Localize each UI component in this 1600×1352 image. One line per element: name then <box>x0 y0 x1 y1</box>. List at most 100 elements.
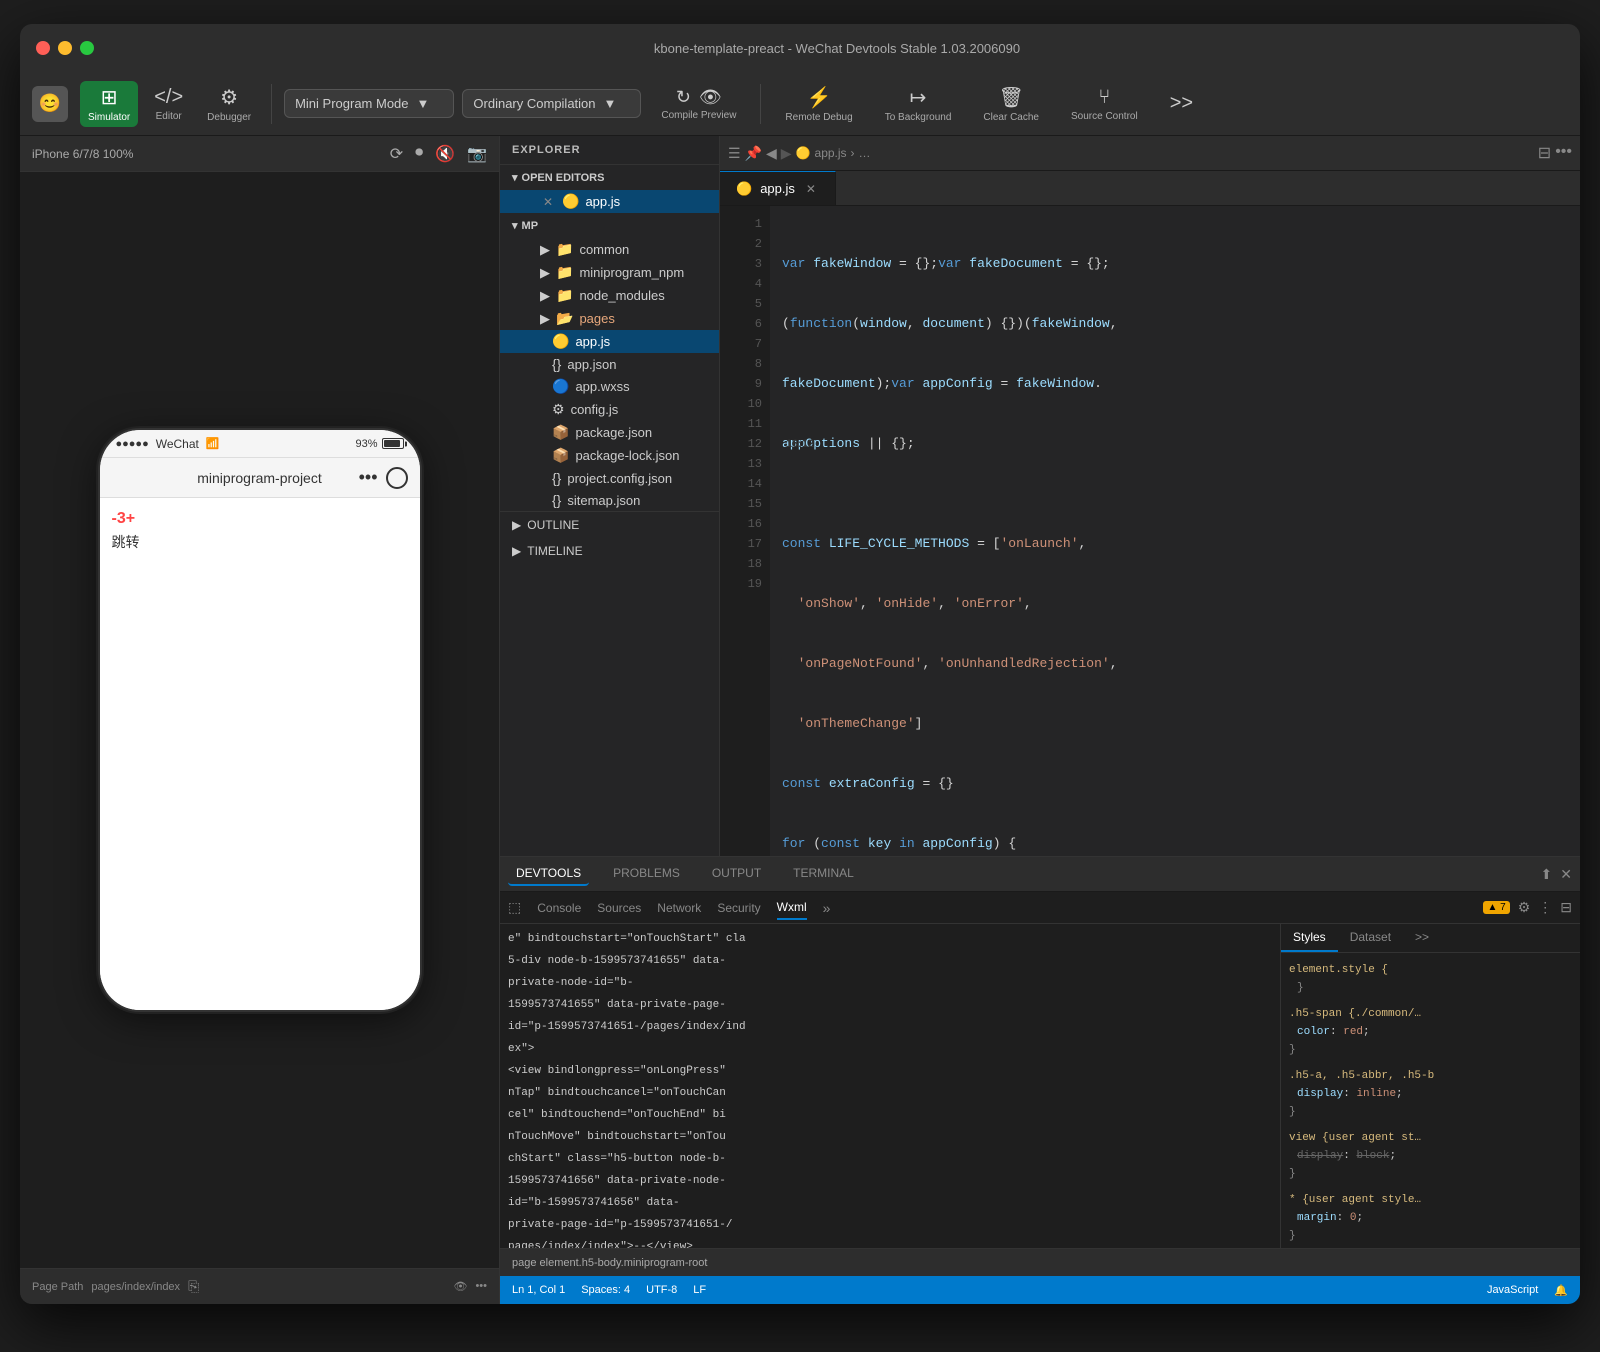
mp-section[interactable]: ▾ MP <box>500 213 719 238</box>
tab-output[interactable]: OUTPUT <box>704 862 769 886</box>
record-icon[interactable]: ⏺ <box>415 144 423 164</box>
tab-appjs-label: app.js <box>760 181 795 196</box>
phone-jump-text: 跳转 <box>112 532 408 552</box>
debugger-icon: ⚙ <box>220 85 238 110</box>
compilation-chevron-icon: ▼ <box>604 96 617 111</box>
devtools-panel: DEVTOOLS PROBLEMS OUTPUT TERMINAL ⬆ ✕ ⬚ … <box>500 856 1580 1276</box>
debugger-button[interactable]: ⚙ Debugger <box>199 81 259 127</box>
eye-bottom-icon[interactable]: 👁 <box>453 1280 467 1293</box>
more-button[interactable]: >> <box>1158 88 1205 119</box>
dataset-tab[interactable]: Dataset <box>1338 924 1403 952</box>
tree-appjs[interactable]: 🟡 app.js <box>500 330 719 353</box>
maximize-button[interactable] <box>80 41 94 55</box>
tree-packagejson[interactable]: 📦 package.json <box>500 421 719 444</box>
compilation-selector[interactable]: Ordinary Compilation ▼ <box>462 89 641 118</box>
packagejson-label: package.json <box>575 425 652 440</box>
clear-cache-button[interactable]: 🗑 Clear Cache <box>971 81 1051 127</box>
close-devtools-icon[interactable]: ✕ <box>1560 866 1572 883</box>
phone-red-text: -3+ <box>112 510 408 528</box>
open-file-appjs[interactable]: ✕ 🟡 app.js <box>500 190 719 213</box>
split-icon[interactable]: ⊟ <box>1538 143 1551 163</box>
tree-projectconfig[interactable]: {} project.config.json <box>500 467 719 489</box>
spaces: Spaces: 4 <box>581 1284 630 1296</box>
source-control-icon: ⑂ <box>1098 86 1110 109</box>
source-control-button[interactable]: ⑂ Source Control <box>1059 82 1150 126</box>
rotate-icon[interactable]: ⟳ <box>390 144 403 164</box>
expand-icon[interactable]: ⬆ <box>1541 866 1553 883</box>
mode-label: Mini Program Mode <box>295 96 408 111</box>
code-line-4: appOptions || {}; <box>782 434 1568 454</box>
console-settings-icon[interactable]: ⚙ <box>1518 899 1531 916</box>
tree-appjson[interactable]: {} app.json <box>500 353 719 375</box>
more-editor-icon[interactable]: ••• <box>1555 143 1572 163</box>
tab-appjs[interactable]: 🟡 app.js ✕ <box>720 171 836 206</box>
tab-sources[interactable]: Sources <box>597 897 641 919</box>
tree-miniprogram-npm[interactable]: ▶ 📁 miniprogram_npm <box>500 261 719 284</box>
timeline-header[interactable]: ▶ TIMELINE <box>500 538 719 564</box>
menu-icon[interactable]: ☰ <box>728 145 741 162</box>
tree-common[interactable]: ▶ 📁 common <box>500 238 719 261</box>
close-button[interactable] <box>36 41 50 55</box>
code-line-1: var fakeWindow = {};var fakeDocument = {… <box>782 254 1568 274</box>
remote-debug-button[interactable]: ⚡ Remote Debug <box>773 81 864 127</box>
console-line-14: private-page-id="p-1599573741651-/ <box>500 1214 1280 1236</box>
page-path-label[interactable]: Page Path <box>32 1281 83 1293</box>
styles-tab[interactable]: Styles <box>1281 924 1338 952</box>
tree-pages[interactable]: ▶ 📂 pages <box>500 307 719 330</box>
simulator-button[interactable]: ⊞ Simulator <box>80 81 138 127</box>
nav-forward-icon[interactable]: ▶ <box>781 145 792 162</box>
pin-icon[interactable]: 📌 <box>745 145 762 162</box>
code-line-8: 'onPageNotFound', 'onUnhandledRejection'… <box>782 654 1568 674</box>
compile-preview-button[interactable]: ↻ 👁 Compile Preview <box>649 83 748 125</box>
console-menu-icon[interactable]: ⋮ <box>1538 899 1552 916</box>
nav-back-icon[interactable]: ◀ <box>766 145 777 162</box>
simulator-icon: ⊞ <box>101 85 118 110</box>
code-editor[interactable]: 1 2 3 4 5 6 7 8 9 10 11 12 13 <box>720 206 1580 856</box>
tab-wxml[interactable]: Wxml <box>777 896 807 920</box>
more-tab[interactable]: >> <box>1403 924 1441 952</box>
editor-tabs: 🟡 app.js ✕ <box>720 171 1580 206</box>
appjs-tree-icon: 🟡 <box>552 333 569 350</box>
ellipsis-icon[interactable]: ••• <box>475 1280 487 1293</box>
console-more-icon[interactable]: » <box>823 900 831 916</box>
mute-icon[interactable]: 🔇 <box>435 144 455 164</box>
devtools-header-right: ⬆ ✕ <box>1541 866 1572 883</box>
copy-icon[interactable]: ⎘ <box>188 1278 199 1295</box>
to-background-button[interactable]: ↦ To Background <box>873 81 964 127</box>
console-sidebar-icon[interactable]: ⊟ <box>1560 899 1572 916</box>
console-line-2: 5-div node-b-1599573741655" data- <box>500 950 1280 972</box>
tab-console[interactable]: Console <box>537 897 581 919</box>
editor-button[interactable]: </> Editor <box>146 82 191 126</box>
battery-fill <box>384 440 400 447</box>
tree-configjs[interactable]: ⚙ config.js <box>500 398 719 421</box>
tab-terminal[interactable]: TERMINAL <box>785 862 862 886</box>
minimize-button[interactable] <box>58 41 72 55</box>
tab-close-icon[interactable]: ✕ <box>803 181 819 197</box>
avatar: 😊 <box>32 86 68 122</box>
tree-node-modules[interactable]: ▶ 📁 node_modules <box>500 284 719 307</box>
screencap-icon[interactable]: 📷 <box>467 144 487 164</box>
devtools-panel-tabs: DEVTOOLS PROBLEMS OUTPUT TERMINAL <box>508 862 862 886</box>
tab-problems[interactable]: PROBLEMS <box>605 862 688 886</box>
pages-folder-icon: 📂 <box>556 310 573 327</box>
window-controls <box>36 41 94 55</box>
console-line-13: id="b-1599573741656" data- <box>500 1192 1280 1214</box>
open-editors-section[interactable]: ▾ OPEN EDITORS <box>500 165 719 190</box>
tab-security[interactable]: Security <box>717 897 760 919</box>
file-close-icon[interactable]: ✕ <box>540 194 556 210</box>
signal-text: ●●●●● <box>116 438 149 450</box>
tab-network[interactable]: Network <box>657 897 701 919</box>
right-area: EXPLORER ▾ OPEN EDITORS ✕ 🟡 app.js ▾ MP <box>500 136 1580 1304</box>
wxml-tree[interactable]: e" bindtouchstart="onTouchStart" cla 5-d… <box>500 924 1280 1248</box>
tree-sitemap[interactable]: {} sitemap.json <box>500 489 719 511</box>
tree-packagelockjson[interactable]: 📦 package-lock.json <box>500 444 719 467</box>
code-area[interactable]: var fakeWindow = {};var fakeDocument = {… <box>770 206 1580 856</box>
nav-menu-icon[interactable]: ••• <box>359 467 378 489</box>
outline-header[interactable]: ▶ OUTLINE <box>500 512 719 538</box>
mode-chevron-icon: ▼ <box>417 96 430 111</box>
mode-selector[interactable]: Mini Program Mode ▼ <box>284 89 454 118</box>
tree-appwxss[interactable]: 🔵 app.wxss <box>500 375 719 398</box>
console-inspect-icon[interactable]: ⬚ <box>508 899 521 916</box>
tab-devtools[interactable]: DEVTOOLS <box>508 862 589 886</box>
appjs-breadcrumb-icon: 🟡 <box>796 146 811 160</box>
